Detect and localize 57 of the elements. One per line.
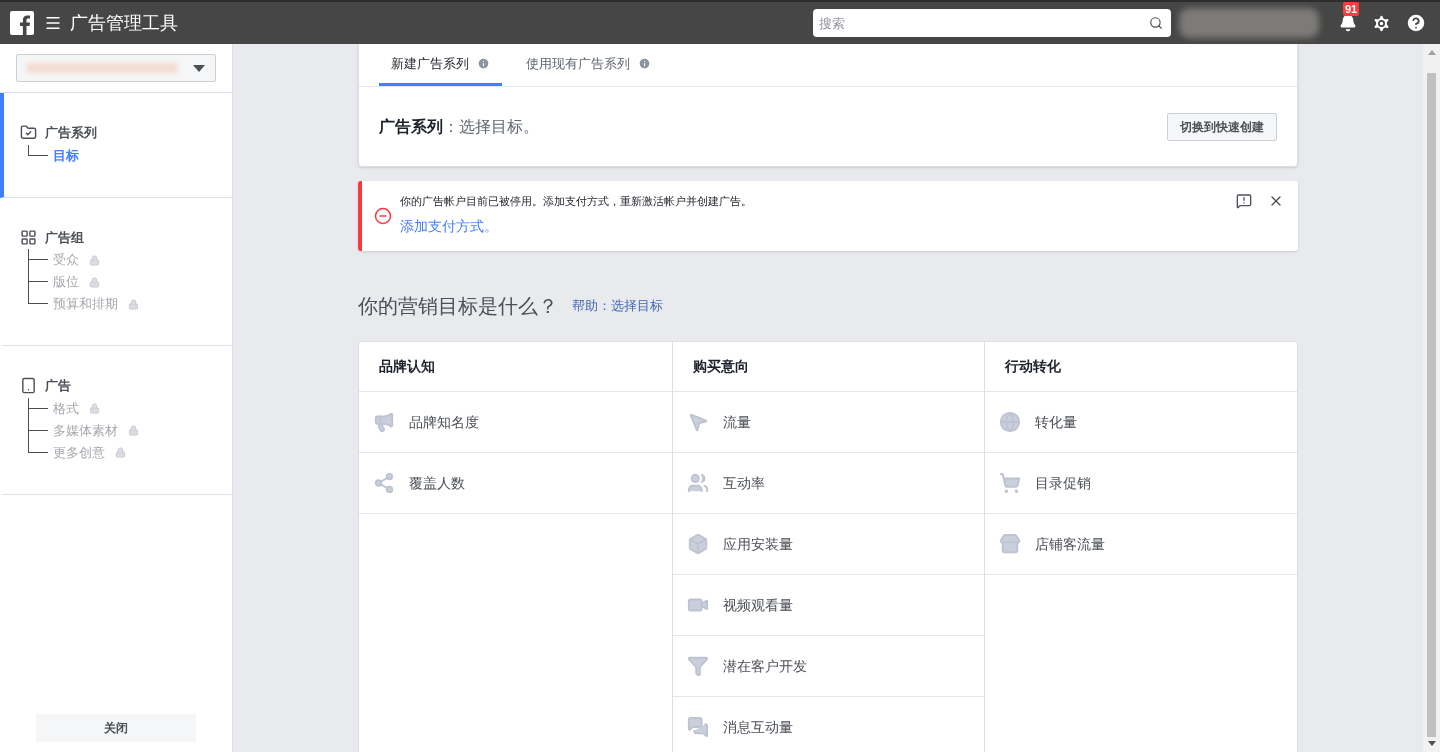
campaign-heading: 广告系列：选择目标。	[379, 116, 539, 137]
info-icon	[477, 57, 490, 70]
cube-icon	[686, 533, 709, 555]
funnel-icon	[686, 655, 709, 677]
column-heading: 品牌认知	[379, 357, 435, 376]
objective-option[interactable]: 流量	[672, 392, 985, 453]
objective-option[interactable]: 应用安装量	[672, 514, 985, 575]
grid-icon	[20, 228, 37, 246]
menu-icon[interactable]	[44, 14, 62, 32]
objective-option[interactable]: 消息互动量	[672, 697, 985, 752]
add-payment-link[interactable]: 添加支付方式。	[400, 215, 752, 237]
tree-connector	[28, 144, 48, 156]
alert-message: 你的广告帐户目前已被停用。添加支付方式，重新激活帐户并创建广告。	[400, 194, 752, 209]
tablet-icon	[20, 377, 37, 395]
tab[interactable]: 新建广告系列	[379, 44, 502, 86]
objective-option[interactable]: 视频观看量	[672, 575, 985, 636]
search-field[interactable]: 搜索	[813, 9, 1171, 37]
search-icon[interactable]	[1149, 16, 1163, 30]
objective-option[interactable]: 转化量	[985, 392, 1297, 453]
notification-badge: 91	[1343, 2, 1360, 16]
tab[interactable]: 使用现有广告系列	[514, 44, 663, 86]
section-title[interactable]: 广告系列	[45, 123, 97, 143]
app-title: 广告管理工具	[70, 11, 178, 35]
info-icon	[638, 57, 651, 70]
quick-create-button[interactable]: 切换到快速创建	[1167, 112, 1277, 141]
objective-option[interactable]: 店铺客流量	[985, 514, 1297, 575]
scrollbar-thumb[interactable]	[1427, 73, 1436, 737]
section-title[interactable]: 广告组	[45, 227, 84, 247]
caret-icon	[193, 64, 205, 72]
objective-option[interactable]: 覆盖人数	[359, 453, 672, 514]
store-icon	[999, 533, 1022, 555]
chat-bubbles-icon	[686, 716, 709, 738]
folder-check-icon	[20, 124, 37, 142]
objective-option[interactable]: 目录促销	[985, 453, 1297, 514]
feedback-icon[interactable]	[1236, 193, 1252, 209]
logo-icon[interactable]	[10, 11, 34, 35]
column-heading: 行动转化	[1005, 357, 1062, 376]
megaphone-icon	[373, 411, 395, 433]
cart-icon	[999, 472, 1022, 494]
sidebar-item[interactable]: 目标	[53, 144, 79, 167]
globe-icon	[999, 411, 1022, 433]
column-heading: 购买意向	[692, 357, 749, 376]
people-icon	[686, 472, 709, 494]
notifications-icon[interactable]	[1339, 14, 1357, 32]
section-title[interactable]: 广告	[45, 376, 71, 396]
help-icon[interactable]	[1405, 12, 1427, 34]
objective-option[interactable]: 潜在客户开发	[672, 636, 985, 697]
error-icon	[374, 207, 392, 225]
objective-option[interactable]: 品牌知名度	[359, 392, 672, 453]
settings-icon[interactable]	[1371, 12, 1392, 34]
objective-option[interactable]: 互动率	[672, 453, 985, 514]
scroll-down-icon[interactable]	[1427, 741, 1436, 746]
close-button[interactable]: 关闭	[36, 714, 196, 742]
scrollbar[interactable]	[1423, 44, 1440, 752]
objective-heading: 你的营销目标是什么？	[358, 294, 558, 319]
help-link[interactable]: 帮助：选择目标	[572, 296, 663, 316]
network-icon	[373, 472, 395, 494]
